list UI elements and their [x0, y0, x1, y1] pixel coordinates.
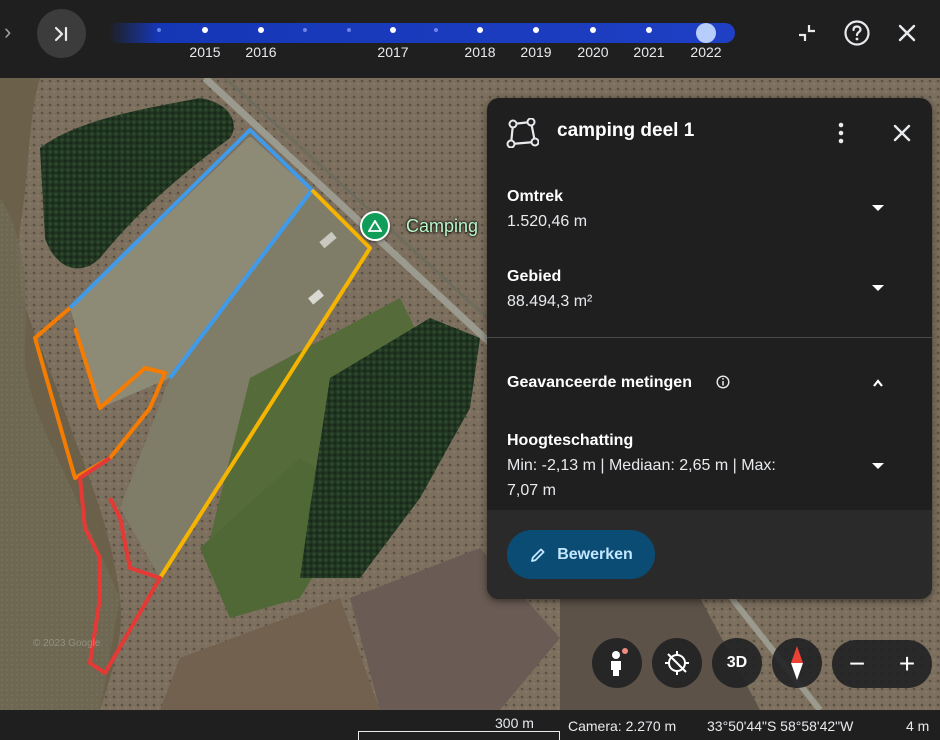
panel-title: camping deel 1 [557, 120, 695, 141]
help-circle-icon [844, 20, 870, 46]
height-estimate-value: Min: -2,13 m | Mediaan: 2,65 m | Max: [507, 457, 776, 474]
campsite-label[interactable]: Camping [406, 216, 478, 237]
collapse-button[interactable] [792, 18, 822, 48]
advanced-measurements-label[interactable]: Geavanceerde metingen [507, 374, 692, 392]
polygon-icon [506, 118, 539, 148]
tent-icon [368, 220, 382, 232]
height-expand-icon[interactable] [872, 463, 884, 469]
timeline-year-dot[interactable] [390, 27, 396, 33]
zoom-out-button[interactable]: − [832, 640, 882, 688]
area-label: Gebied [507, 268, 562, 285]
pencil-icon [531, 548, 545, 562]
collapse-icon [799, 25, 815, 41]
timeline-year-dot[interactable] [533, 27, 539, 33]
skip-to-end-icon [54, 26, 67, 41]
perimeter-value: 1.520,46 m [507, 213, 588, 230]
edit-button-label: Bewerken [557, 545, 633, 563]
edit-button[interactable]: Bewerken [507, 530, 655, 579]
timeline-year-label-selected[interactable]: 2022 [690, 44, 721, 60]
perimeter-expand-icon[interactable] [872, 205, 884, 211]
panel-header: camping deel 1 [487, 98, 932, 166]
timeline-year-dot[interactable] [258, 27, 264, 33]
timeline-year-label[interactable]: 2020 [577, 44, 608, 60]
campsite-poi[interactable]: Camping [360, 211, 478, 241]
camera-altitude: Camera: 2.270 m [568, 718, 677, 734]
timeline-year-label[interactable]: 2015 [189, 44, 220, 60]
timeline-year-dot[interactable] [590, 27, 596, 33]
help-button[interactable] [842, 18, 872, 48]
measurement-panel: camping deel 1 Omtrek 1.520,46 m Gebied … [487, 98, 932, 599]
map-watermark: © 2023 Google [33, 638, 101, 649]
skip-to-end-button[interactable] [37, 9, 86, 58]
timeline-year-dot[interactable] [202, 27, 208, 33]
timeline-year-label[interactable]: 2021 [633, 44, 664, 60]
timeline-year-label[interactable]: 2019 [520, 44, 551, 60]
panel-close-icon[interactable] [892, 123, 912, 143]
timeline-bar: › 2015 2016 2017 2018 2019 2020 2021 202… [0, 0, 940, 78]
location-off-icon [665, 651, 689, 675]
area-value: 88.494,3 m² [507, 293, 593, 310]
pegman-icon [611, 648, 628, 676]
timeline-thumb[interactable] [696, 23, 716, 43]
timeline-year-label[interactable]: 2016 [245, 44, 276, 60]
cursor-coordinates: 33°50'44"S 58°58'42"W [707, 718, 854, 734]
close-button[interactable] [892, 18, 922, 48]
panel-divider [487, 337, 932, 338]
close-icon [898, 24, 916, 42]
street-view-button[interactable] [592, 638, 642, 688]
perimeter-label: Omtrek [507, 188, 564, 205]
3d-toggle-button[interactable]: 3D [712, 638, 762, 688]
recenter-button[interactable] [652, 638, 702, 688]
height-estimate-value-cont: 7,07 m [507, 482, 556, 499]
cursor-elevation: 4 m [906, 718, 930, 734]
timeline-track[interactable] [108, 23, 735, 43]
more-vert-icon[interactable] [837, 122, 845, 144]
info-icon[interactable] [716, 375, 730, 389]
timeline-minor-dot[interactable] [434, 28, 438, 32]
compass-icon [791, 646, 803, 680]
chevron-right-icon[interactable]: › [4, 20, 11, 44]
timeline-year-label[interactable]: 2017 [377, 44, 408, 60]
timeline-minor-dot[interactable] [303, 28, 307, 32]
zoom-in-button[interactable]: + [882, 640, 932, 688]
advanced-collapse-icon[interactable] [872, 377, 884, 389]
height-estimate-label: Hoogteschatting [507, 432, 634, 449]
timeline-year-label[interactable]: 2018 [464, 44, 495, 60]
zoom-control: − + [832, 640, 932, 688]
panel-footer: Bewerken [487, 510, 932, 599]
timeline-minor-dot[interactable] [347, 28, 351, 32]
status-bar: 300 m Camera: 2.270 m 33°50'44"S 58°58'4… [0, 710, 940, 740]
campsite-pin-icon [360, 211, 390, 241]
timeline-year-dot[interactable] [477, 27, 483, 33]
timeline-year-dot[interactable] [646, 27, 652, 33]
compass-button[interactable] [772, 638, 822, 688]
timeline-minor-dot[interactable] [157, 28, 161, 32]
area-expand-icon[interactable] [872, 285, 884, 291]
scale-label: 300 m [495, 715, 534, 731]
